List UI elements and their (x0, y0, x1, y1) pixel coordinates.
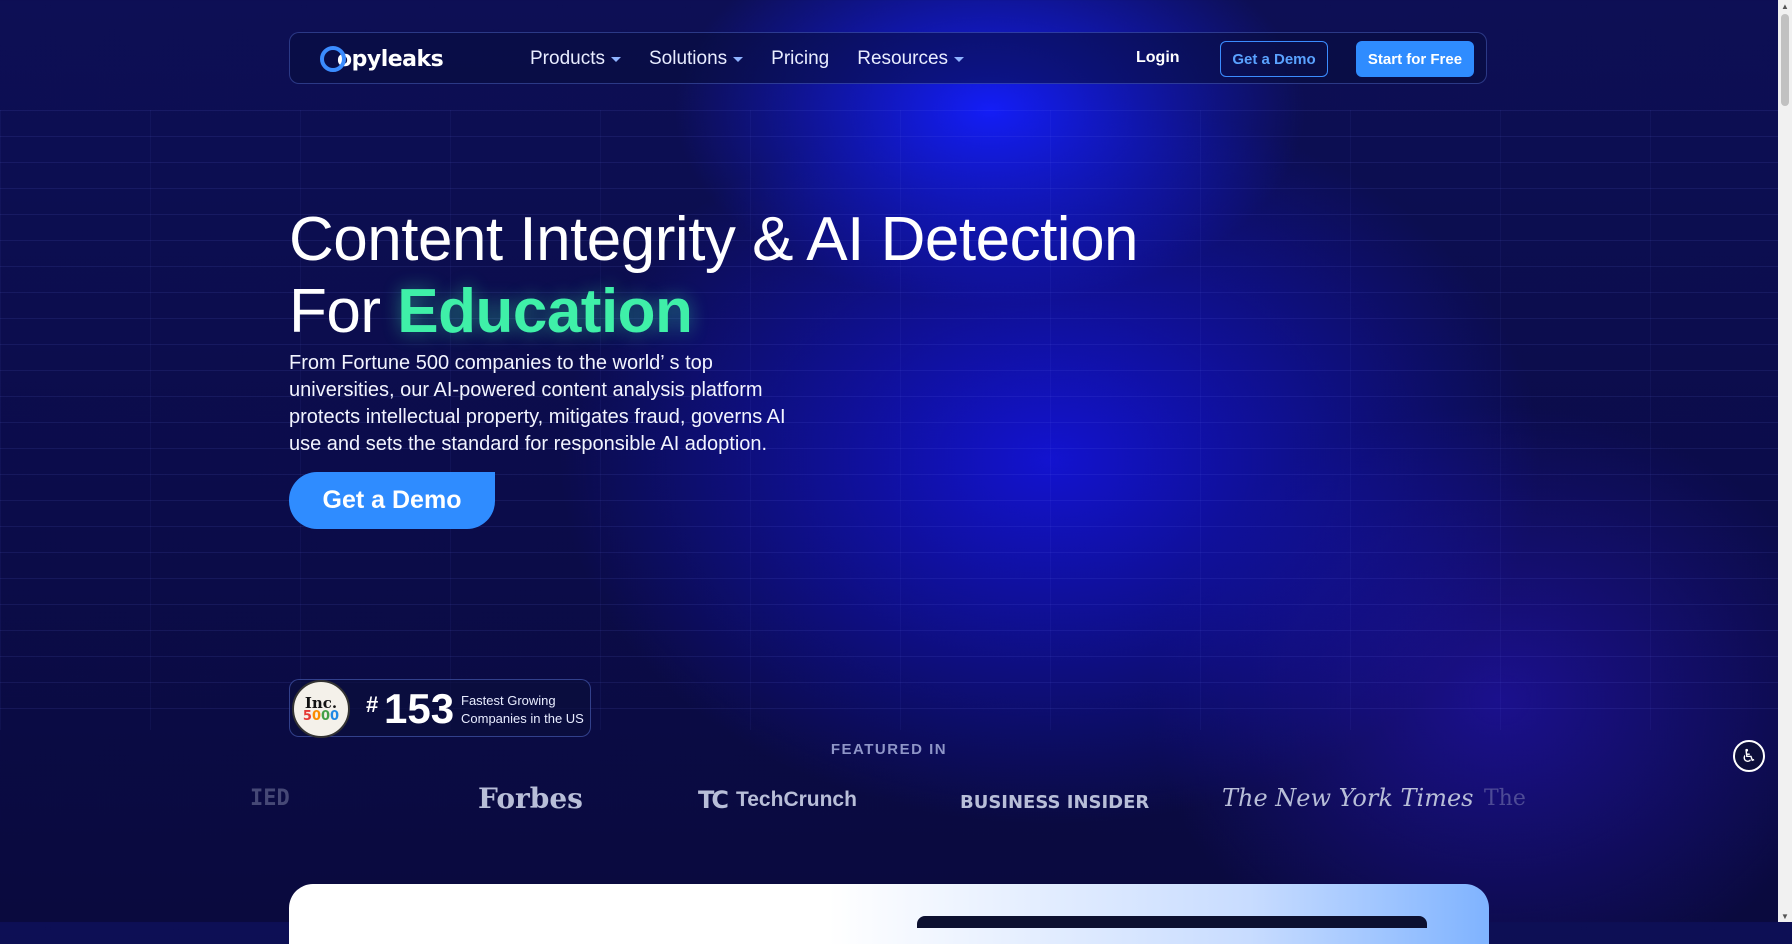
accessibility-icon[interactable]: ♿ (1733, 740, 1765, 772)
menu-item-products[interactable]: Products (530, 48, 621, 70)
login-link[interactable]: Login (1136, 49, 1180, 67)
hero-title-accent: Education (397, 276, 693, 346)
rank-label-line2: Companies in the US (461, 711, 584, 726)
inc5000-logo: Inc. 5000 (292, 680, 350, 738)
logo-ring-icon (320, 46, 346, 72)
techcrunch-wordmark: TechCrunch (735, 788, 857, 811)
press-logo-techcrunch: TC TechCrunch (698, 786, 857, 814)
press-logo-wired: IED (250, 786, 290, 811)
product-preview-window (917, 916, 1427, 928)
rank-hash: # (366, 692, 379, 717)
inc-logo-number: 5000 (302, 708, 340, 724)
page-scrollbar[interactable]: ▲ ▼ (1778, 0, 1792, 922)
copyleaks-logo[interactable]: opyleaks (320, 42, 444, 76)
chevron-down-icon (610, 56, 621, 62)
chevron-down-icon (733, 56, 744, 62)
menu-item-label: Pricing (771, 48, 830, 69)
menu-item-label: Resources (857, 48, 949, 69)
rank-label: Fastest Growing Companies in the US (461, 692, 591, 728)
main-menu: Products Solutions Pricing Resources (530, 33, 992, 85)
inc5000-badge: Inc. 5000 # 153 Fastest Growing Companie… (289, 679, 591, 738)
press-logo-nyt: The New York Times (1222, 784, 1474, 812)
chevron-down-icon (954, 56, 965, 62)
menu-item-pricing[interactable]: Pricing (771, 48, 829, 70)
press-logo-business-insider: BUSINESS INSIDER (960, 792, 1150, 813)
nav-get-demo-button[interactable]: Get a Demo (1220, 41, 1328, 77)
rank-number: 153 (384, 685, 455, 732)
press-logo-partial: The (1484, 786, 1526, 811)
hero-description: From Fortune 500 companies to the world’… (289, 352, 786, 455)
hero-title-line1: Content Integrity & AI Detection (289, 204, 1139, 274)
logo-text: opyleaks (337, 46, 444, 72)
scroll-down-icon[interactable]: ▼ (1778, 910, 1792, 922)
menu-item-label: Products (530, 48, 605, 69)
menu-item-label: Solutions (648, 48, 728, 69)
menu-item-resources[interactable]: Resources (857, 48, 965, 70)
scroll-up-icon[interactable]: ▲ (1778, 0, 1792, 12)
rank-label-line1: Fastest Growing (461, 693, 556, 708)
techcrunch-icon: TC (698, 786, 729, 814)
inc-logo-word: Inc. (304, 693, 338, 712)
top-navbar: opyleaks Products Solutions Pricing Reso… (289, 32, 1487, 84)
start-for-free-button[interactable]: Start for Free (1356, 41, 1474, 77)
product-preview-card (289, 884, 1489, 944)
hero-title-prefix: For (289, 276, 398, 346)
hero-get-demo-button[interactable]: Get a Demo (289, 472, 495, 529)
scrollbar-thumb[interactable] (1781, 14, 1789, 106)
press-logo-forbes: Forbes (478, 782, 583, 815)
featured-in-heading: FEATURED IN (830, 741, 948, 758)
hero-title: Content Integrity & AI Detection For Edu… (289, 204, 1139, 348)
menu-item-solutions[interactable]: Solutions (648, 48, 744, 70)
